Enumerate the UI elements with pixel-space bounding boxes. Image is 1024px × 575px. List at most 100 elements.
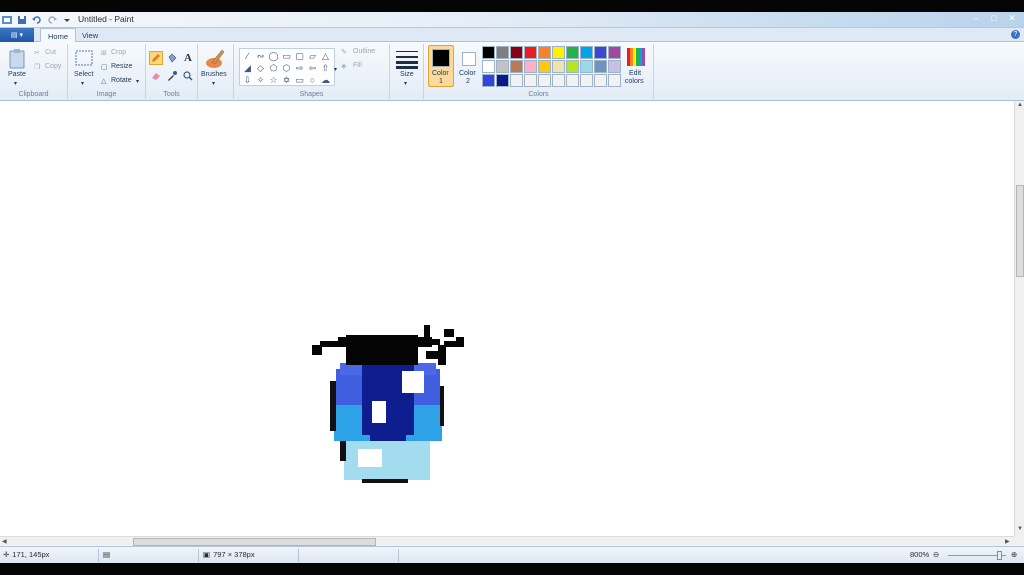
four-point-star-shape-icon[interactable]: ✧	[254, 74, 267, 86]
up-arrow-shape-icon[interactable]: ⇧	[319, 62, 332, 74]
palette-swatch[interactable]	[580, 74, 593, 87]
hexagon-shape-icon[interactable]: ⬡	[280, 62, 293, 74]
palette-swatch[interactable]	[510, 46, 523, 59]
palette-swatch[interactable]	[496, 74, 509, 87]
zoom-out-icon[interactable]: ⊖	[933, 550, 939, 559]
line-shape-icon[interactable]: ∕	[241, 50, 254, 62]
tab-home[interactable]: Home	[40, 28, 77, 43]
diamond-shape-icon[interactable]: ◇	[254, 62, 267, 74]
brushes-icon[interactable]	[204, 48, 226, 70]
scroll-down-icon[interactable]: ▼	[1017, 526, 1023, 532]
fill-button[interactable]: Fill	[353, 62, 362, 69]
zoom-in-icon[interactable]: ⊕	[1011, 550, 1017, 559]
palette-swatch[interactable]	[608, 46, 621, 59]
triangle-shape-icon[interactable]: △	[319, 50, 332, 62]
paste-dropdown-icon[interactable]: ▾	[14, 80, 17, 87]
save-icon[interactable]	[17, 15, 27, 25]
palette-swatch[interactable]	[552, 74, 565, 87]
rotate-button[interactable]: Rotate	[111, 77, 132, 84]
canvas-area[interactable]	[0, 101, 1014, 536]
eraser-icon[interactable]	[149, 69, 163, 83]
scroll-up-icon[interactable]: ▲	[1017, 102, 1023, 108]
palette-swatch[interactable]	[608, 74, 621, 87]
select-button[interactable]: Select	[74, 71, 93, 78]
palette-swatch[interactable]	[594, 46, 607, 59]
resize-button[interactable]: Resize	[111, 63, 132, 70]
drawing-canvas[interactable]	[0, 101, 1014, 536]
pencil-icon[interactable]	[149, 51, 163, 65]
zoom-slider-thumb[interactable]	[997, 551, 1002, 560]
palette-swatch[interactable]	[524, 60, 537, 73]
undo-icon[interactable]	[32, 15, 42, 25]
rounded-rectangle-shape-icon[interactable]: ▢	[293, 50, 306, 62]
color2-label[interactable]: Color	[459, 70, 476, 77]
paint-app-icon[interactable]	[2, 15, 12, 25]
callout-oval-shape-icon[interactable]: ○	[306, 74, 319, 86]
palette-swatch[interactable]	[566, 60, 579, 73]
callout-rect-shape-icon[interactable]: ▭	[293, 74, 306, 86]
outline-button[interactable]: Outline	[353, 48, 375, 55]
maximize-icon[interactable]: □	[990, 13, 998, 23]
close-icon[interactable]: ✕	[1008, 13, 1016, 23]
scroll-left-icon[interactable]: ◀	[2, 538, 7, 545]
palette-swatch[interactable]	[524, 74, 537, 87]
edit-colors-label-2[interactable]: colors	[625, 78, 644, 85]
right-triangle-shape-icon[interactable]: ◢	[241, 62, 254, 74]
right-arrow-shape-icon[interactable]: ⇨	[293, 62, 306, 74]
scroll-right-icon[interactable]: ▶	[1005, 538, 1010, 545]
text-tool-icon[interactable]: A	[181, 51, 195, 65]
paste-button[interactable]: Paste	[8, 71, 26, 78]
brushes-dropdown-icon[interactable]: ▾	[212, 80, 215, 87]
edit-colors-icon[interactable]	[627, 48, 645, 66]
palette-swatch[interactable]	[552, 60, 565, 73]
six-point-star-shape-icon[interactable]: ✡	[280, 74, 293, 86]
palette-swatch[interactable]	[510, 60, 523, 73]
palette-swatch[interactable]	[566, 46, 579, 59]
magnifier-icon[interactable]	[181, 69, 195, 83]
select-dropdown-icon[interactable]: ▾	[81, 80, 84, 87]
palette-swatch[interactable]	[496, 60, 509, 73]
left-arrow-shape-icon[interactable]: ⇦	[306, 62, 319, 74]
palette-swatch[interactable]	[510, 74, 523, 87]
palette-swatch[interactable]	[538, 74, 551, 87]
palette-swatch[interactable]	[580, 60, 593, 73]
rectangle-shape-icon[interactable]: ▭	[280, 50, 293, 62]
color-picker-icon[interactable]	[165, 69, 179, 83]
oval-shape-icon[interactable]: ◯	[267, 50, 280, 62]
palette-swatch[interactable]	[538, 60, 551, 73]
select-icon[interactable]	[74, 49, 94, 67]
shapes-scroll-icon[interactable]: ▾	[334, 66, 337, 73]
palette-swatch[interactable]	[482, 60, 495, 73]
palette-swatch[interactable]	[552, 46, 565, 59]
vertical-scroll-thumb[interactable]	[1016, 185, 1024, 277]
palette-swatch[interactable]	[482, 74, 495, 87]
paste-icon[interactable]	[7, 48, 27, 70]
tab-view[interactable]: View	[75, 28, 105, 42]
callout-cloud-shape-icon[interactable]: ☁	[319, 74, 332, 86]
brushes-button[interactable]: Brushes	[201, 71, 227, 78]
curve-shape-icon[interactable]: ∾	[254, 50, 267, 62]
vertical-scrollbar[interactable]: ▲ ▼	[1014, 101, 1024, 536]
color2-swatch[interactable]	[462, 52, 476, 66]
help-icon[interactable]: ?	[1011, 30, 1020, 39]
size-icon[interactable]	[396, 49, 418, 69]
customize-toolbar-icon[interactable]	[62, 15, 72, 25]
palette-swatch[interactable]	[594, 74, 607, 87]
file-menu-button[interactable]: ▤ ▾	[0, 28, 34, 42]
palette-swatch[interactable]	[482, 46, 495, 59]
fill-bucket-icon[interactable]	[165, 51, 179, 65]
redo-icon[interactable]	[47, 15, 57, 25]
size-button[interactable]: Size	[400, 71, 414, 78]
palette-swatch[interactable]	[608, 60, 621, 73]
five-point-star-shape-icon[interactable]: ☆	[267, 74, 280, 86]
minimize-icon[interactable]: –	[972, 13, 980, 23]
palette-swatch[interactable]	[594, 60, 607, 73]
down-arrow-shape-icon[interactable]: ⇩	[241, 74, 254, 86]
polygon-shape-icon[interactable]: ▱	[306, 50, 319, 62]
pentagon-shape-icon[interactable]: ⬠	[267, 62, 280, 74]
palette-swatch[interactable]	[524, 46, 537, 59]
copy-button[interactable]: Copy	[45, 63, 61, 70]
palette-swatch[interactable]	[538, 46, 551, 59]
cut-button[interactable]: Cut	[45, 49, 56, 56]
rotate-dropdown-icon[interactable]: ▾	[136, 78, 139, 85]
